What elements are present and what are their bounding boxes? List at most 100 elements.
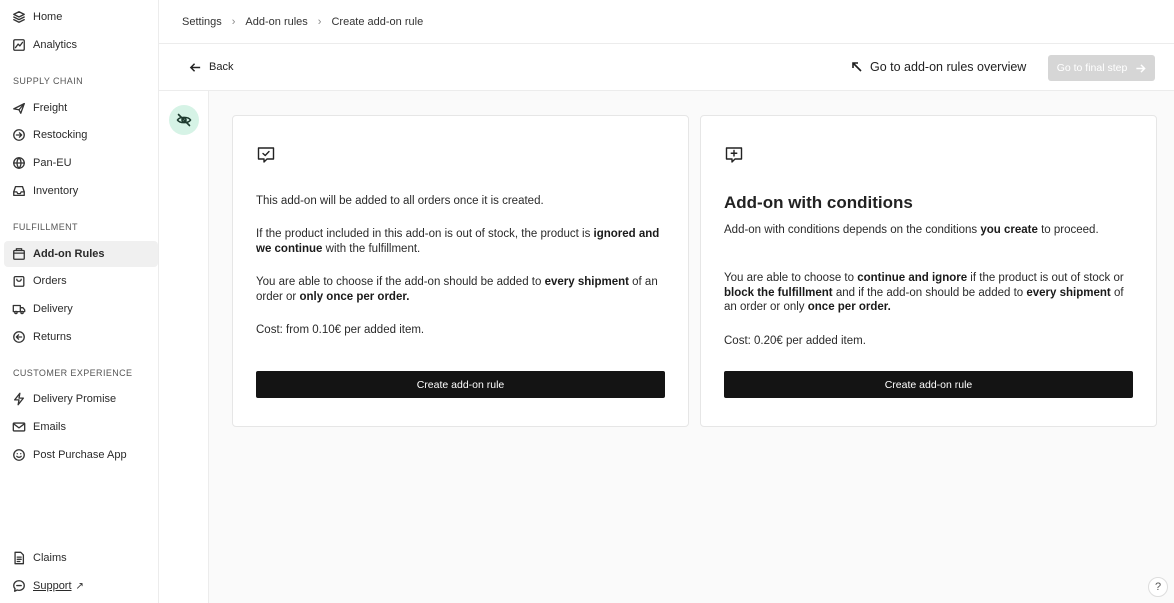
create-add-on-rule-button[interactable]: Create add-on rule (256, 371, 665, 398)
mail-icon (12, 420, 26, 434)
sidebar-item-analytics[interactable]: Analytics (4, 32, 158, 58)
sidebar-item-label: Delivery (33, 303, 73, 315)
help-button[interactable]: ? (1148, 577, 1168, 597)
sidebar-item-orders[interactable]: Orders (4, 268, 158, 294)
emphasis-text: every shipment (1026, 286, 1111, 299)
truck-icon (12, 302, 26, 316)
sidebar: Home Analytics SUPPLY CHAIN Freight Rest… (0, 0, 159, 603)
go-to-final-step-button[interactable]: Go to final step (1048, 55, 1155, 81)
sidebar-item-label: Support (33, 580, 72, 592)
sidebar-item-label: Emails (33, 421, 67, 433)
action-bar: Back Go to add-on rules overview Go to f… (159, 44, 1174, 91)
sidebar-item-label: Delivery Promise (33, 393, 117, 405)
section-label-supply-chain: SUPPLY CHAIN (13, 76, 83, 86)
paragraph-text: and if the add-on should be added to (832, 286, 1027, 299)
paragraph-text: to proceed. (1037, 224, 1099, 236)
sidebar-item-label: Pan-EU (33, 157, 72, 169)
sidebar-item-label: Claims (33, 552, 67, 564)
emphasis-text: continue and ignore (857, 272, 968, 284)
paragraph-text: Cost: 0.20€ per added item. (724, 335, 866, 347)
layers-icon (12, 10, 26, 24)
sidebar-item-label: Restocking (33, 129, 88, 141)
emphasis-text: you create (980, 224, 1038, 236)
bolt-icon (12, 392, 26, 406)
emphasis-text: block the fulfillment (724, 286, 833, 299)
sidebar-item-delivery[interactable]: Delivery (4, 296, 158, 322)
sidebar-item-support[interactable]: Support ↗ (4, 573, 158, 599)
sidebar-item-label: Returns (33, 331, 72, 343)
sidebar-item-post-purchase-app[interactable]: Post Purchase App (4, 442, 158, 468)
emphasis-text: once per order. (807, 301, 891, 313)
inbox-icon (12, 184, 26, 198)
arrow-circle-icon (12, 128, 26, 142)
paragraph-text: with the fulfillment. (322, 242, 421, 255)
add-on-option-card: This add-on will be added to all orders … (232, 115, 689, 427)
message-check-icon (256, 145, 276, 165)
sidebar-item-home[interactable]: Home (4, 4, 158, 30)
sidebar-item-claims[interactable]: Claims (4, 545, 158, 571)
card-paragraph: You are able to choose if the add-on sho… (256, 275, 666, 304)
sidebar-item-emails[interactable]: Emails (4, 414, 158, 440)
eye-off-icon (176, 113, 192, 127)
chevron-right-icon: › (317, 15, 322, 28)
box-plus-icon (12, 247, 26, 261)
plane-icon (12, 101, 26, 115)
emphasis-text: every shipment (544, 276, 629, 288)
bag-icon (12, 274, 26, 288)
sidebar-item-label: Orders (33, 275, 67, 287)
card-title: Add-on with conditions (724, 193, 913, 212)
sidebar-item-pan-eu[interactable]: Pan-EU (4, 150, 158, 176)
breadcrumb-add-on-rules[interactable]: Add-on rules (245, 16, 307, 28)
back-label: Back (209, 61, 234, 73)
paragraph-text: This add-on will be added to all orders … (256, 195, 544, 207)
go-to-overview-button[interactable]: Go to add-on rules overview (851, 58, 1026, 76)
paragraph-text: Cost: from 0.10€ per added item. (256, 324, 425, 336)
card-paragraph: Cost: from 0.10€ per added item. (256, 323, 666, 338)
paragraph-text: if the product is out of stock or (967, 272, 1124, 284)
paragraph-text: You are able to choose if the add-on sho… (256, 276, 545, 288)
eye-off-toggle-button[interactable] (169, 105, 199, 135)
return-icon (12, 330, 26, 344)
sidebar-item-label: Home (33, 11, 63, 23)
chat-icon (12, 579, 26, 593)
back-button[interactable]: Back (189, 58, 233, 76)
paragraph-text: Add-on with conditions depends on the co… (724, 224, 981, 236)
sidebar-item-add-on-rules[interactable]: Add-on Rules (4, 241, 158, 267)
globe-icon (12, 156, 26, 170)
breadcrumb: Settings › Add-on rules › Create add-on … (159, 0, 1174, 44)
external-link-icon: ↗ (75, 580, 84, 592)
sidebar-item-returns[interactable]: Returns (4, 324, 158, 350)
section-label-fulfillment: FULFILLMENT (13, 222, 78, 232)
sidebar-item-label: Analytics (33, 39, 78, 51)
create-add-on-rule-button[interactable]: Create add-on rule (724, 371, 1133, 398)
sidebar-item-restocking[interactable]: Restocking (4, 122, 158, 148)
sidebar-item-label: Inventory (33, 185, 79, 197)
smile-icon (12, 448, 26, 462)
sidebar-item-label: Freight (33, 102, 68, 114)
breadcrumb-settings[interactable]: Settings (182, 16, 222, 28)
breadcrumb-create-add-on-rule: Create add-on rule (331, 15, 424, 28)
sidebar-item-freight[interactable]: Freight (4, 95, 158, 121)
sidebar-item-label: Post Purchase App (33, 449, 127, 461)
emphasis-text: only once per order. (299, 290, 410, 303)
paragraph-text: You are able to choose to (724, 272, 858, 284)
arrow-right-icon (1136, 63, 1146, 73)
card-paragraph: If the product included in this add-on i… (256, 227, 666, 256)
sidebar-item-delivery-promise[interactable]: Delivery Promise (4, 386, 158, 412)
message-plus-icon (724, 145, 744, 165)
left-rail (159, 91, 209, 603)
card-paragraph: Cost: 0.20€ per added item. (724, 334, 1134, 349)
add-on-with-conditions-card: Add-on with conditions Add-on with condi… (700, 115, 1157, 427)
chevron-right-icon: › (231, 15, 236, 28)
card-paragraph: You are able to choose to continue and i… (724, 271, 1134, 315)
arrow-left-icon (189, 62, 201, 72)
section-label-customer-experience: CUSTOMER EXPERIENCE (13, 368, 133, 378)
arrow-up-left-icon (852, 62, 862, 72)
final-step-label: Go to final step (1056, 62, 1128, 74)
card-paragraph: This add-on will be added to all orders … (256, 194, 666, 209)
overview-label: Go to add-on rules overview (870, 60, 1027, 74)
card-paragraph: Add-on with conditions depends on the co… (724, 223, 1134, 238)
paragraph-text: If the product included in this add-on i… (256, 228, 594, 240)
sidebar-item-inventory[interactable]: Inventory (4, 178, 158, 204)
document-icon (12, 551, 26, 565)
